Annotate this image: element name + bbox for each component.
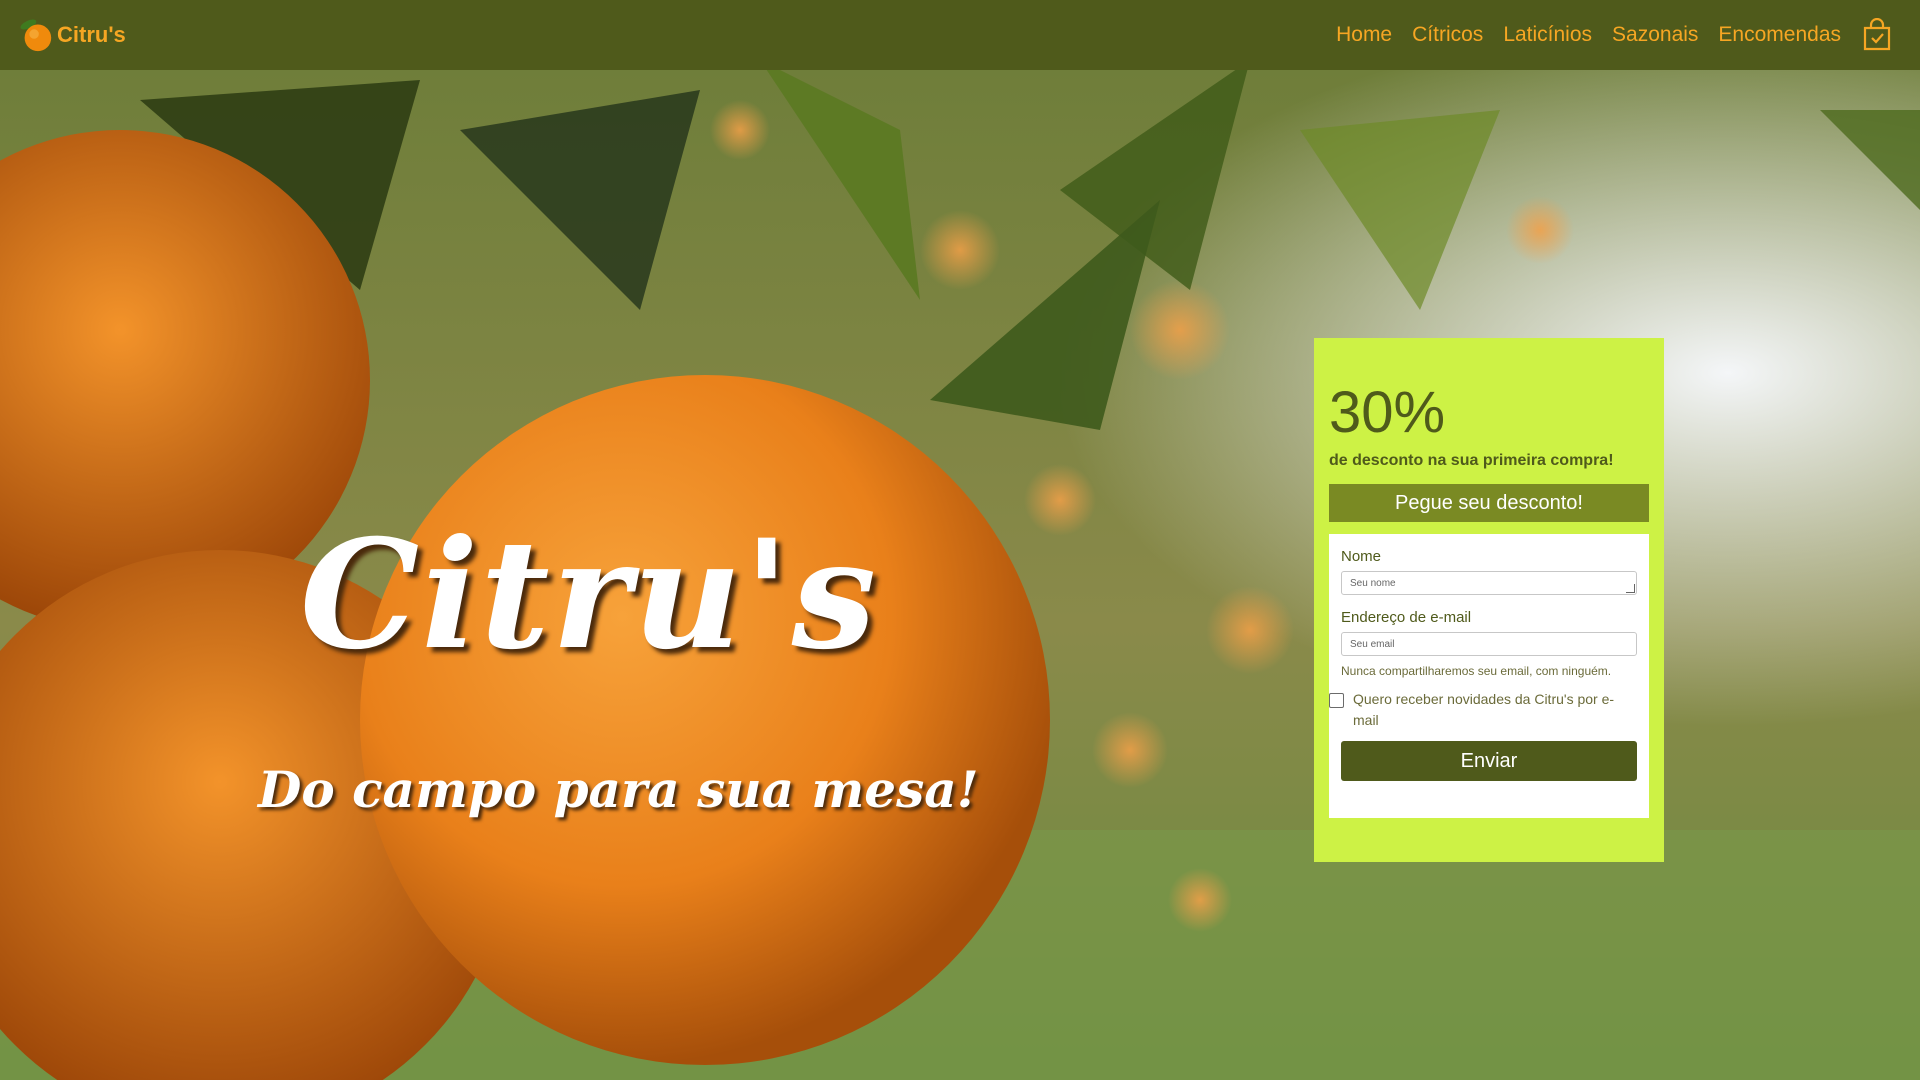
discount-percent: 30% [1329, 380, 1446, 445]
email-help-text: Nunca compartilharemos seu email, com ni… [1341, 664, 1612, 678]
nav-sazonais[interactable]: Sazonais [1612, 23, 1698, 47]
discount-description: de desconto na sua primeira compra! [1329, 452, 1614, 469]
signup-form: Nome Endereço de e-mail Nunca compartilh… [1329, 534, 1649, 818]
newsletter-label[interactable]: Quero receber novidades da Citru's por e… [1353, 689, 1637, 731]
nav-citricos[interactable]: Cítricos [1412, 23, 1483, 47]
nav-links: Home Cítricos Laticínios Sazonais Encome… [1316, 0, 1920, 70]
submit-button[interactable]: Enviar [1341, 741, 1637, 781]
hero-title: Citru's [300, 507, 879, 683]
newsletter-row: Quero receber novidades da Citru's por e… [1329, 689, 1637, 731]
orange-logo-icon [20, 19, 52, 52]
email-input[interactable] [1341, 632, 1637, 656]
hero-subtitle: Do campo para sua mesa! [258, 760, 979, 819]
name-field-wrapper [1341, 565, 1637, 595]
newsletter-checkbox[interactable] [1329, 693, 1344, 708]
name-input[interactable] [1341, 571, 1637, 595]
email-label: Endereço de e-mail [1341, 609, 1472, 626]
nav-home[interactable]: Home [1336, 23, 1392, 47]
resize-handle-icon[interactable] [1626, 584, 1635, 593]
navbar: Citru's Home Cítricos Laticínios Sazonai… [0, 0, 1920, 70]
get-discount-button[interactable]: Pegue seu desconto! [1329, 484, 1649, 522]
brand-link[interactable]: Citru's [17, 16, 126, 54]
nav-laticinios[interactable]: Laticínios [1503, 23, 1592, 47]
discount-panel: 30% de desconto na sua primeira compra! … [1314, 338, 1664, 862]
name-label: Nome [1341, 548, 1382, 565]
shopping-bag-icon[interactable] [1861, 18, 1893, 52]
nav-encomendas[interactable]: Encomendas [1718, 23, 1841, 47]
brand-name: Citru's [57, 22, 126, 47]
